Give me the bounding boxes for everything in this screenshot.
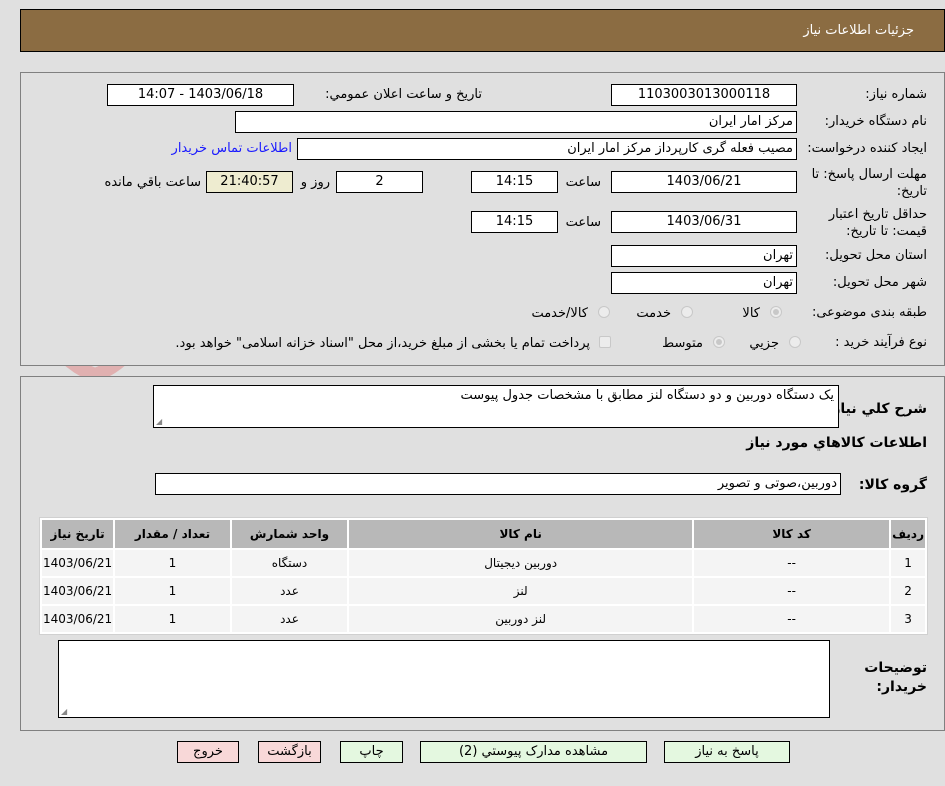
validity-date-field: 1403/06/31	[611, 211, 797, 233]
days-label: روز و	[300, 175, 330, 190]
goods-table: ردیف کد کالا نام کالا واحد شمارش تعداد /…	[39, 517, 928, 635]
creator-field: مصیب فعله گری کارپرداز مرکز امار ایران	[297, 138, 797, 160]
table-header-row: ردیف کد کالا نام کالا واحد شمارش تعداد /…	[42, 520, 925, 548]
category-label: طبقه بندی موضوعی:	[811, 305, 927, 320]
cell-unit: عدد	[231, 578, 348, 604]
col-need-date: تاریخ نیاز	[42, 520, 114, 548]
city-field: تهران	[611, 272, 797, 294]
cell-need-date: 1403/06/21	[42, 550, 114, 576]
need-info-panel: شماره نیاز: 1103003013000118 تاریخ و ساع…	[20, 72, 945, 366]
process-medium-label: متوسط	[662, 336, 703, 351]
back-button[interactable]: بازگشت	[258, 741, 321, 763]
remaining-label: ساعت باقي مانده	[104, 175, 201, 190]
cell-goods-code: --	[694, 578, 890, 604]
exit-button[interactable]: خروج	[177, 741, 239, 763]
process-radio-minor[interactable]	[789, 336, 801, 348]
province-label: استان محل تحویل:	[825, 248, 927, 263]
cell-goods-name: لنز دوربین	[349, 606, 693, 632]
category-service-label: خدمت	[636, 306, 671, 321]
goods-group-field: دوربین،صوتی و تصویر	[155, 473, 841, 495]
cell-goods-code: --	[694, 606, 890, 632]
cell-unit: عدد	[231, 606, 348, 632]
cell-quantity: 1	[115, 550, 230, 576]
cell-need-date: 1403/06/21	[42, 606, 114, 632]
category-radio-goods[interactable]	[770, 306, 782, 318]
print-button[interactable]: چاپ	[340, 741, 403, 763]
respond-button[interactable]: پاسخ به نیاز	[664, 741, 790, 763]
category-radio-service[interactable]	[681, 306, 693, 318]
creator-label: ایجاد کننده درخواست:	[807, 141, 927, 156]
treasury-text: پرداخت تمام یا بخشی از مبلغ خرید،از محل …	[175, 336, 590, 351]
col-row-number: ردیف	[891, 520, 925, 548]
category-radio-goods-service[interactable]	[598, 306, 610, 318]
resize-grip-icon[interactable]: ◢	[156, 417, 162, 426]
table-row: 2 -- لنز عدد 1 1403/06/21	[42, 578, 925, 604]
buyer-org-label: نام دستگاه خریدار:	[824, 114, 927, 129]
deadline-label: مهلت ارسال پاسخ: تا تاریخ:	[811, 167, 927, 199]
page-title: جزئیات اطلاعات نیاز	[803, 23, 914, 38]
table-row: 1 -- دوربین دیجیتال دستگاه 1 1403/06/21	[42, 550, 925, 576]
process-radio-medium[interactable]	[713, 336, 725, 348]
deadline-time-field: 14:15	[471, 171, 558, 193]
col-unit: واحد شمارش	[231, 520, 348, 548]
announce-field: 1403/06/18 - 14:07	[107, 84, 294, 106]
cell-row-number: 3	[891, 606, 925, 632]
resize-grip-icon[interactable]: ◢	[61, 707, 67, 716]
province-field: تهران	[611, 245, 797, 267]
cell-row-number: 2	[891, 578, 925, 604]
cell-unit: دستگاه	[231, 550, 348, 576]
goods-heading: اطلاعات کالاهاي مورد نیاز	[746, 435, 927, 451]
col-goods-name: نام کالا	[349, 520, 693, 548]
col-quantity: تعداد / مقدار	[115, 520, 230, 548]
view-attachments-button[interactable]: مشاهده مدارک پیوستي (2)	[420, 741, 647, 763]
col-goods-code: کد کالا	[694, 520, 890, 548]
cell-goods-code: --	[694, 550, 890, 576]
process-label: نوع فرآیند خرید :	[835, 335, 927, 350]
cell-goods-name: لنز	[349, 578, 693, 604]
cell-goods-name: دوربین دیجیتال	[349, 550, 693, 576]
category-goods-service-label: کالا/خدمت	[531, 306, 588, 321]
cell-row-number: 1	[891, 550, 925, 576]
validity-time-label: ساعت	[565, 215, 601, 230]
deadline-time-label: ساعت	[565, 175, 601, 190]
cell-quantity: 1	[115, 606, 230, 632]
treasury-checkbox[interactable]	[599, 336, 611, 348]
cell-need-date: 1403/06/21	[42, 578, 114, 604]
need-number-field: 1103003013000118	[611, 84, 797, 106]
remaining-time-field: 21:40:57	[206, 171, 293, 193]
days-remaining-field: 2	[336, 171, 423, 193]
announce-label: تاریخ و ساعت اعلان عمومي:	[325, 87, 482, 102]
page-header: جزئیات اطلاعات نیاز	[20, 9, 945, 52]
buyer-contact-link[interactable]: اطلاعات تماس خریدار	[172, 141, 292, 156]
city-label: شهر محل تحویل:	[832, 275, 927, 290]
process-minor-label: جزيي	[749, 336, 779, 351]
validity-time-field: 14:15	[471, 211, 558, 233]
need-details-panel: شرح کلي نیاز: یک دستگاه دوربین و دو دستگ…	[20, 376, 945, 731]
need-number-label: شماره نیاز:	[865, 87, 927, 102]
buyer-org-field: مرکز امار ایران	[235, 111, 797, 133]
goods-group-label: گروه کالا:	[858, 477, 927, 493]
buyer-notes-label: توضیحات خریدار:	[864, 660, 927, 695]
buyer-notes-textarea[interactable]: ◢	[58, 640, 830, 718]
summary-text: یک دستگاه دوربین و دو دستگاه لنز مطابق ب…	[460, 388, 834, 403]
category-goods-label: کالا	[742, 306, 760, 321]
validity-label: حداقل تاریخ اعتبار قیمت: تا تاریخ:	[828, 207, 927, 239]
summary-label: شرح کلي نیاز:	[826, 401, 927, 417]
deadline-date-field: 1403/06/21	[611, 171, 797, 193]
table-row: 3 -- لنز دوربین عدد 1 1403/06/21	[42, 606, 925, 632]
cell-quantity: 1	[115, 578, 230, 604]
summary-textarea[interactable]: یک دستگاه دوربین و دو دستگاه لنز مطابق ب…	[153, 385, 839, 428]
